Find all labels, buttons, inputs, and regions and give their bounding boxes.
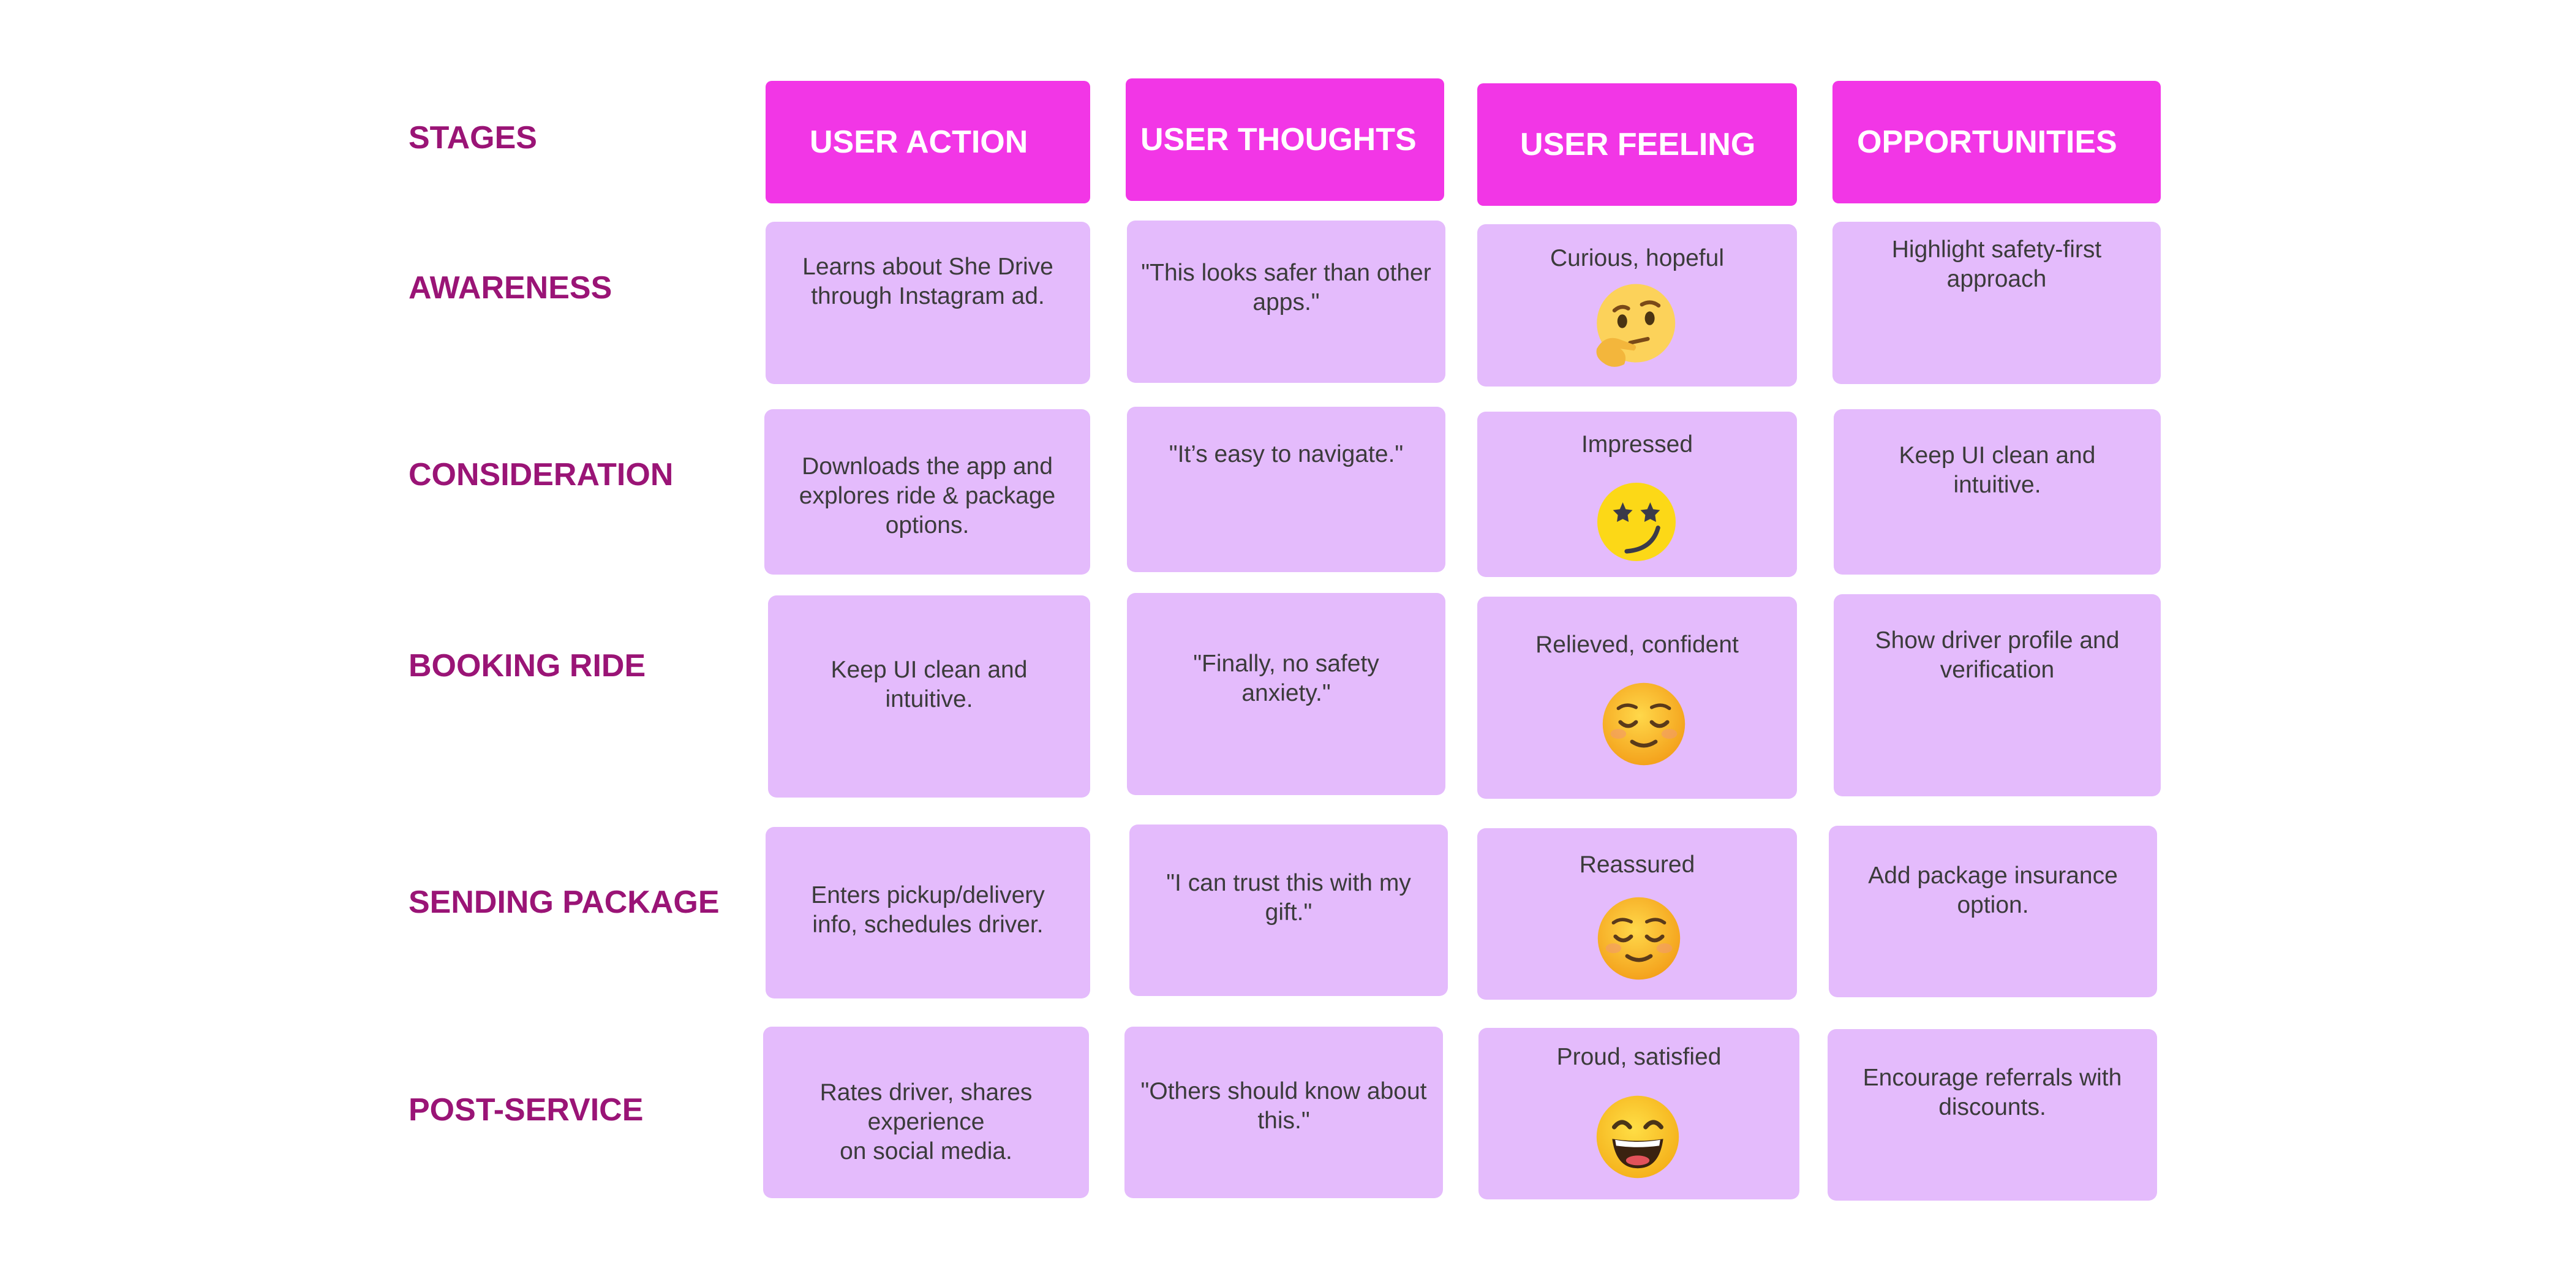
card-text: "It’s easy to navigate." bbox=[1169, 441, 1404, 467]
card-text: "I can trust this with my gift." bbox=[1166, 870, 1411, 926]
card-text: Highlight safety-first approach bbox=[1891, 236, 2102, 292]
header-user-feeling: USER FEELING bbox=[1477, 83, 1797, 206]
stage-label-consideration: CONSIDERATION bbox=[409, 457, 674, 492]
card-text: Keep UI clean and intuitive. bbox=[830, 657, 1028, 712]
card-feeling-consideration: Impressed bbox=[1477, 412, 1797, 577]
stage-label-awareness: AWARENESS bbox=[409, 270, 612, 306]
card-text: Rates driver, shares experience on socia… bbox=[819, 1079, 1033, 1164]
header-user-action: USER ACTION bbox=[766, 81, 1090, 203]
card-text: Show driver profile and verification bbox=[1875, 627, 2120, 683]
card-action-awareness: Learns about She Drive through Instagram… bbox=[766, 222, 1090, 384]
relieved-face-icon bbox=[1597, 897, 1681, 980]
card-thought-booking-ride: "Finally, no safety anxiety." bbox=[1127, 593, 1445, 795]
card-feeling-booking-ride: Relieved, confident bbox=[1477, 597, 1797, 799]
grinning-smiling-eyes-face-icon bbox=[1596, 1095, 1679, 1179]
card-action-post-service: Rates driver, shares experience on socia… bbox=[763, 1027, 1089, 1198]
card-action-booking-ride: Keep UI clean and intuitive. bbox=[768, 595, 1090, 798]
star-eyes-smirk-face-icon bbox=[1597, 483, 1676, 561]
card-feeling-sending-package: Reassured bbox=[1477, 828, 1797, 1000]
card-text: Downloads the app and explores ride & pa… bbox=[799, 453, 1056, 538]
card-opportunity-awareness: Highlight safety-first approach bbox=[1832, 222, 2161, 384]
card-text: Proud, satisfied bbox=[1556, 1044, 1722, 1070]
thinking-face-icon bbox=[1596, 284, 1676, 367]
card-text: Enters pickup/delivery info, schedules d… bbox=[811, 882, 1045, 938]
card-text: "This looks safer than other apps." bbox=[1141, 260, 1431, 315]
card-text: Impressed bbox=[1581, 431, 1693, 458]
card-text: "Others should know about this." bbox=[1140, 1078, 1427, 1134]
card-text: Relieved, confident bbox=[1535, 632, 1739, 658]
card-feeling-awareness: Curious, hopeful bbox=[1477, 224, 1797, 387]
stage-label-post-service: POST-SERVICE bbox=[409, 1092, 644, 1128]
stage-label-booking-ride: BOOKING RIDE bbox=[409, 648, 646, 684]
header-user-thoughts: USER THOUGHTS bbox=[1126, 78, 1444, 201]
card-thought-post-service: "Others should know about this." bbox=[1124, 1027, 1443, 1198]
card-text: Learns about She Drive through Instagram… bbox=[802, 254, 1053, 309]
stage-label-sending-package: SENDING PACKAGE bbox=[409, 885, 720, 920]
card-opportunity-consideration: Keep UI clean and intuitive. bbox=[1834, 409, 2161, 575]
card-opportunity-booking-ride: Show driver profile and verification bbox=[1834, 594, 2161, 796]
header-opportunities: OPPORTUNITIES bbox=[1832, 81, 2161, 203]
card-action-consideration: Downloads the app and explores ride & pa… bbox=[764, 409, 1090, 575]
card-thought-consideration: "It’s easy to navigate." bbox=[1127, 407, 1445, 572]
card-feeling-post-service: Proud, satisfied bbox=[1478, 1028, 1799, 1199]
card-text: Add package insurance option. bbox=[1868, 862, 2118, 918]
card-opportunity-post-service: Encourage referrals with discounts. bbox=[1828, 1029, 2157, 1201]
user-journey-map: STAGES AWARENESS CONSIDERATION BOOKING R… bbox=[0, 0, 2576, 1268]
stages-column-title: STAGES bbox=[409, 120, 537, 156]
card-text: Keep UI clean and intuitive. bbox=[1899, 442, 2096, 498]
card-text: Reassured bbox=[1579, 851, 1695, 878]
card-thought-sending-package: "I can trust this with my gift." bbox=[1129, 825, 1448, 996]
card-thought-awareness: "This looks safer than other apps." bbox=[1127, 221, 1445, 383]
card-action-sending-package: Enters pickup/delivery info, schedules d… bbox=[766, 827, 1090, 998]
relieved-face-icon bbox=[1602, 682, 1685, 766]
card-text: Encourage referrals with discounts. bbox=[1862, 1065, 2122, 1120]
card-opportunity-sending-package: Add package insurance option. bbox=[1829, 826, 2157, 997]
card-text: "Finally, no safety anxiety." bbox=[1193, 651, 1379, 706]
card-text: Curious, hopeful bbox=[1550, 245, 1724, 271]
